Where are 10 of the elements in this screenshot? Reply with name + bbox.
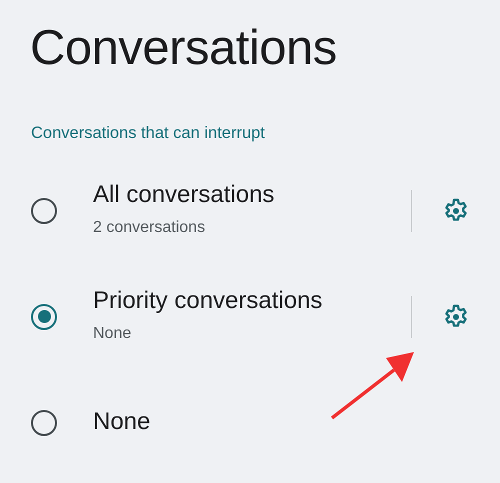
option-label: Priority conversations [93, 287, 324, 316]
radio-button[interactable] [31, 304, 57, 330]
option-label: All conversations [93, 181, 276, 210]
page-title: Conversations [29, 20, 338, 76]
option-summary: None [93, 324, 132, 344]
option-summary: 2 conversations [93, 218, 206, 238]
radio-button[interactable] [31, 198, 57, 224]
radio-button[interactable] [31, 410, 57, 436]
option-label: None [93, 408, 152, 438]
section-header: Conversations that can interrupt [30, 122, 266, 144]
